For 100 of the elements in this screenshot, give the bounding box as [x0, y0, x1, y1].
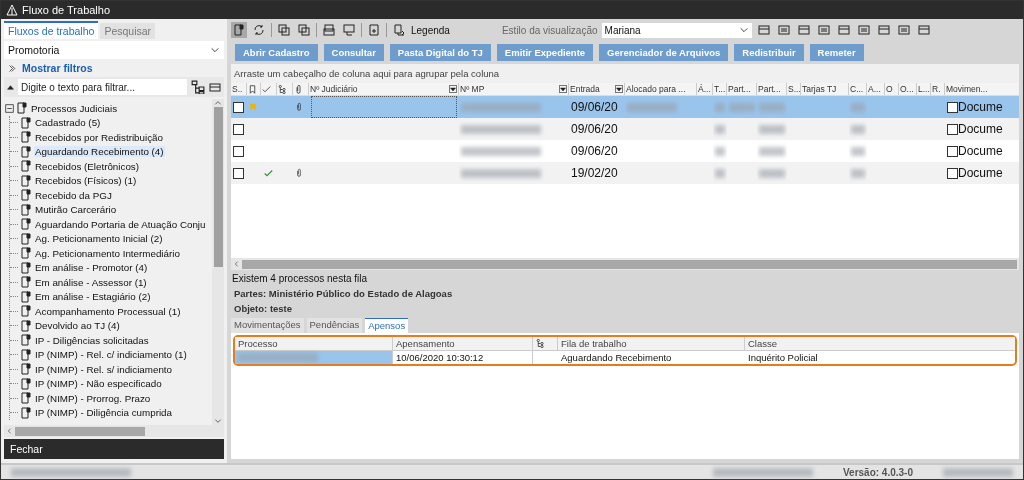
column-header[interactable]: Part... — [727, 83, 757, 95]
table-row[interactable]: 09/06/20 Docume — [231, 118, 1019, 140]
column-header[interactable]: Nº MP — [459, 83, 569, 95]
row-checkbox[interactable] — [233, 101, 244, 113]
column-header[interactable]: Movimen... — [945, 83, 1024, 95]
panel-tab[interactable]: Fluxos de trabalho — [4, 21, 99, 39]
column-header[interactable]: S.. — [231, 83, 247, 95]
tree-item[interactable]: Em análise - Promotor (4) — [10, 260, 212, 275]
column-header[interactable]: L... — [917, 83, 931, 95]
bookmark-icon — [248, 84, 257, 94]
tree-item[interactable]: Cadastrado (5) — [10, 115, 212, 130]
table-cell: 09/06/20 — [571, 122, 618, 136]
table-cell: Docume — [958, 100, 1003, 114]
column-header[interactable]: O — [885, 83, 899, 95]
tree-item[interactable]: Recebido da PGJ — [10, 188, 212, 203]
check-icon — [262, 84, 271, 94]
tree-item[interactable]: Ag. Peticionamento Inicial (2) — [10, 231, 212, 246]
table-row[interactable]: 19/02/20 Docume — [231, 162, 1019, 184]
table-cell: 19/02/20 — [571, 166, 618, 180]
column-header[interactable]: S... — [787, 83, 801, 95]
column-header[interactable]: Fila de trabalho — [558, 337, 745, 350]
detail-tab[interactable]: Movimentações — [231, 318, 304, 333]
tree-item[interactable]: Recebidos (Físicos) (1) — [10, 173, 212, 188]
column-header[interactable] — [277, 83, 293, 95]
tree-item[interactable]: IP (NIMP) - Rel. c/ indiciamento (1) — [10, 347, 212, 362]
horizontal-scrollbar[interactable] — [231, 258, 1019, 270]
queue-count-text: Existem 4 processos nesta fila — [231, 272, 369, 284]
movement-checkbox[interactable] — [947, 123, 958, 135]
tree-icon — [278, 84, 287, 94]
movement-checkbox[interactable] — [947, 101, 958, 113]
column-header[interactable] — [247, 83, 261, 95]
object-text: Objeto: teste — [233, 302, 294, 314]
version-text: Versão: 4.0.3-0 — [842, 466, 913, 478]
tree-item[interactable]: Recebidos por Redistribuição — [10, 130, 212, 145]
column-header[interactable]: Tarjas TJ — [801, 83, 849, 95]
column-header[interactable]: Classe — [745, 337, 1024, 350]
column-header[interactable]: Entrada — [569, 83, 625, 95]
tree-icon — [536, 339, 545, 348]
tree-item[interactable]: Em análise - Estagiário (2) — [10, 289, 212, 304]
tree-item[interactable]: IP - Diligências solicitadas — [10, 333, 212, 348]
table-cell: 10/06/2020 10:30:12 — [393, 351, 533, 364]
row-checkbox[interactable] — [233, 167, 244, 179]
window-title: Fluxo de Trabalho — [22, 4, 111, 16]
show-filters-link[interactable]: Mostrar filtros — [4, 59, 224, 77]
table-cell: 09/06/20 — [571, 144, 618, 158]
tree-item[interactable]: Acompanhamento Processual (1) — [10, 304, 212, 319]
column-header[interactable]: C... — [849, 83, 867, 95]
column-header[interactable]: R. — [931, 83, 945, 95]
tree-item[interactable]: Ag. Peticionamento Intermediário — [10, 246, 212, 261]
tree-item[interactable]: IP (NIMP) - Diligência cumprida — [10, 405, 212, 420]
row-checkbox[interactable] — [233, 145, 244, 157]
panel-tab[interactable]: Pesquisar — [100, 23, 156, 39]
tree-item[interactable]: IP (NIMP) - Rel. s/ indiciamento — [10, 362, 212, 377]
close-button[interactable]: Fechar — [4, 439, 224, 459]
tree-item[interactable]: Devolvido ao TJ (4) — [10, 318, 212, 333]
column-header[interactable] — [293, 83, 309, 95]
scroll-left-icon — [6, 427, 13, 435]
parties-text: Partes: Ministério Público do Estado de Alagoas — [233, 287, 454, 299]
column-header[interactable]: Á... — [697, 83, 713, 95]
column-header[interactable]: T... — [713, 83, 727, 95]
movement-checkbox[interactable] — [947, 167, 958, 179]
table-row[interactable]: 09/06/20 Docume — [231, 96, 1019, 118]
column-header[interactable]: Alocado para ... — [625, 83, 697, 95]
blurred-text — [729, 102, 755, 112]
blurred-text — [759, 146, 785, 156]
column-header[interactable]: A... — [867, 83, 885, 95]
view-style-dropdown[interactable]: Mariana — [601, 22, 752, 38]
tree-item[interactable]: Mutirão Carcerário — [10, 202, 212, 217]
row-checkbox[interactable] — [233, 123, 244, 135]
vertical-scrollbar[interactable] — [212, 99, 224, 425]
dropdown-icon — [560, 86, 566, 92]
tree-item[interactable]: Aguardando Portaria de Atuação Conju — [10, 217, 212, 232]
chevron-right-icon — [8, 63, 17, 73]
column-header[interactable] — [533, 337, 558, 350]
filter-field[interactable]: Digite o texto para filtrar... — [18, 79, 187, 95]
horizontal-scrollbar[interactable] — [4, 425, 224, 437]
column-header[interactable] — [261, 83, 277, 95]
column-header[interactable]: Processo — [235, 337, 393, 350]
blurred-text — [627, 102, 677, 112]
scroll-left-icon — [233, 260, 240, 268]
blurred-text — [851, 124, 865, 134]
detail-tab[interactable]: Pendências — [306, 318, 363, 333]
column-header[interactable]: Part... — [757, 83, 787, 95]
table-cell: 09/06/20 — [571, 100, 618, 114]
legend-label: Legenda — [411, 24, 450, 36]
movement-checkbox[interactable] — [947, 145, 958, 157]
column-header[interactable]: Apensamento — [393, 337, 533, 350]
column-header[interactable]: O... — [899, 83, 917, 95]
queue-dropdown[interactable]: Promotoria — [4, 41, 224, 59]
paperclip-icon — [294, 84, 303, 94]
table-cell: Docume — [958, 166, 1003, 180]
caret-icon — [738, 25, 749, 35]
tree-node[interactable]: Processos Judiciais — [5, 101, 212, 116]
tree-item[interactable]: Recebidos (Eletrônicos) — [10, 159, 212, 174]
tree-item[interactable]: IP (NIMP) - Não especificado — [10, 376, 212, 391]
blurred-text — [715, 146, 725, 156]
column-header[interactable]: Nº Judiciário — [309, 83, 459, 95]
tree-item[interactable]: Em análise - Assessor (1) — [10, 275, 212, 290]
tree-item[interactable]: IP (NIMP) - Prorrog. Prazo — [10, 391, 212, 406]
detail-tab[interactable]: Apensos — [365, 318, 409, 333]
